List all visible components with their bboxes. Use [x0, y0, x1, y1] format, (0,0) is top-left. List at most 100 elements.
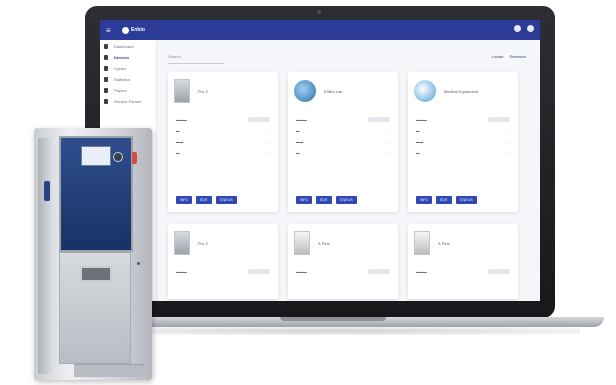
app-bar: ≡ Enbio [100, 20, 540, 40]
appbar-icons [514, 25, 534, 32]
device-knob [137, 262, 140, 265]
row-label: ▬▬ [296, 139, 304, 144]
row-label: ▬ [176, 150, 180, 155]
device-button [113, 152, 123, 162]
device-name: Pro 3 [198, 240, 208, 246]
device-thumbnail [294, 231, 310, 255]
status-chip [488, 117, 510, 122]
row-value: – [268, 128, 270, 133]
toolbar-actions: Locate Selection [492, 54, 526, 59]
status-button[interactable]: STATUS [335, 196, 357, 204]
sidebar-item-service[interactable]: Service Partner [100, 97, 156, 106]
cycles-icon [104, 66, 108, 71]
status-chip [248, 117, 270, 122]
service-icon [104, 99, 108, 104]
row-value: – [388, 139, 390, 144]
device-card[interactable]: Pro 3 ▬▬▬ [168, 224, 278, 299]
row-value: – [508, 150, 510, 155]
device-card[interactable]: Medical Equipment ▬▬▬ ▬ – ▬▬ – ▬ – INFO EDI… [408, 72, 518, 212]
device-base [74, 364, 144, 377]
device-name: EnBio Lab [324, 88, 343, 94]
menu-icon[interactable]: ≡ [106, 26, 116, 35]
info-button[interactable]: INFO [176, 196, 193, 204]
sidebar-item-devices[interactable]: Devices [100, 53, 156, 62]
row-label: ▬▬ [176, 139, 184, 144]
device-thumbnail [294, 80, 316, 102]
laptop-shadow [90, 327, 580, 335]
papers-icon [104, 88, 108, 93]
device-thumbnail [414, 80, 436, 102]
device-window [59, 136, 133, 252]
row-value: – [388, 128, 390, 133]
status-button[interactable]: STATUS [215, 196, 237, 204]
device-card[interactable]: S Plus ▬▬▬ [288, 224, 398, 299]
device-side-panel [38, 138, 52, 374]
device-name: Pro 3 [198, 88, 208, 94]
row-label: ▬ [176, 128, 180, 133]
row-label: ▬▬▬ [296, 269, 307, 274]
sidebar-item-statistics[interactable]: Statistics [100, 75, 156, 84]
device-display [81, 146, 111, 166]
status-chip [368, 117, 390, 122]
logo-mark [122, 26, 129, 34]
brand-name: Enbio [131, 27, 145, 33]
notification-icon[interactable] [514, 25, 521, 32]
row-label: ▬▬ [416, 139, 424, 144]
device-card[interactable]: S Plus ▬▬▬ [408, 224, 518, 299]
device-card[interactable]: Pro 3 ▬▬▬ ▬ – ▬▬ – ▬ – INFO EDIT STATUS [168, 72, 278, 212]
info-button[interactable]: INFO [416, 196, 433, 204]
sidebar-item-dashboard[interactable]: Dashboard [100, 42, 156, 51]
device-thumbnail [414, 231, 430, 255]
account-icon[interactable] [527, 25, 534, 32]
row-value: – [268, 150, 270, 155]
door-handle [44, 181, 50, 201]
locate-button[interactable]: Locate [492, 54, 504, 59]
edit-button[interactable]: EDIT [196, 196, 212, 204]
row-value: – [508, 128, 510, 133]
sidebar-item-label: Service Partner [114, 99, 142, 104]
status-chip [488, 269, 510, 274]
dashboard-icon [104, 44, 108, 49]
device-name: Medical Equipment [444, 88, 479, 94]
app-screen: ≡ Enbio Dashboard Devices Cycles Statist… [100, 20, 540, 301]
device-name: S Plus [318, 240, 330, 246]
sidebar-item-label: Cycles [114, 66, 127, 71]
row-label: ▬ [296, 128, 300, 133]
info-button[interactable]: INFO [296, 196, 313, 204]
status-chip [368, 269, 390, 274]
sidebar-item-label: Papers [114, 88, 127, 93]
sidebar-item-cycles[interactable]: Cycles [100, 64, 156, 73]
sidebar-item-label: Dashboard [114, 44, 134, 49]
row-label: ▬▬▬ [176, 269, 187, 274]
row-label: ▬ [416, 128, 420, 133]
row-label: ▬▬▬ [416, 269, 427, 274]
row-value: – [508, 139, 510, 144]
row-label: ▬▬▬ [416, 117, 427, 122]
device-thumbnail [174, 79, 190, 103]
hinge-notch [280, 317, 386, 321]
brand-logo: Enbio [122, 26, 145, 34]
edit-button[interactable]: EDIT [316, 196, 332, 204]
device-card-grid: Pro 3 ▬▬▬ ▬ – ▬▬ – ▬ – INFO EDIT STATUS EnB… [168, 72, 530, 299]
device-card[interactable]: EnBio Lab ▬▬▬ ▬ – ▬▬ – ▬ – INFO EDIT STATUS [288, 72, 398, 212]
device-vent [80, 266, 112, 282]
search-input[interactable]: Search [168, 54, 224, 64]
selection-button[interactable]: Selection [510, 54, 526, 59]
sidebar-item-label: Statistics [114, 77, 131, 82]
camera-dot [317, 10, 321, 14]
row-value: – [388, 150, 390, 155]
sterilizer-device [34, 128, 152, 380]
indicator-light [132, 152, 137, 164]
main-content: Search Locate Selection Pro 3 ▬▬▬ ▬ – ▬▬ –… [164, 50, 534, 300]
status-chip [248, 269, 270, 274]
device-name: S Plus [438, 240, 450, 246]
device-thumbnail [174, 231, 190, 255]
row-value: – [268, 139, 270, 144]
devices-icon [104, 55, 108, 60]
sidebar-item-label: Devices [114, 55, 130, 60]
edit-button[interactable]: EDIT [436, 196, 452, 204]
row-label: ▬ [416, 150, 420, 155]
row-label: ▬ [296, 150, 300, 155]
status-button[interactable]: STATUS [455, 196, 477, 204]
sidebar-item-papers[interactable]: Papers [100, 86, 156, 95]
